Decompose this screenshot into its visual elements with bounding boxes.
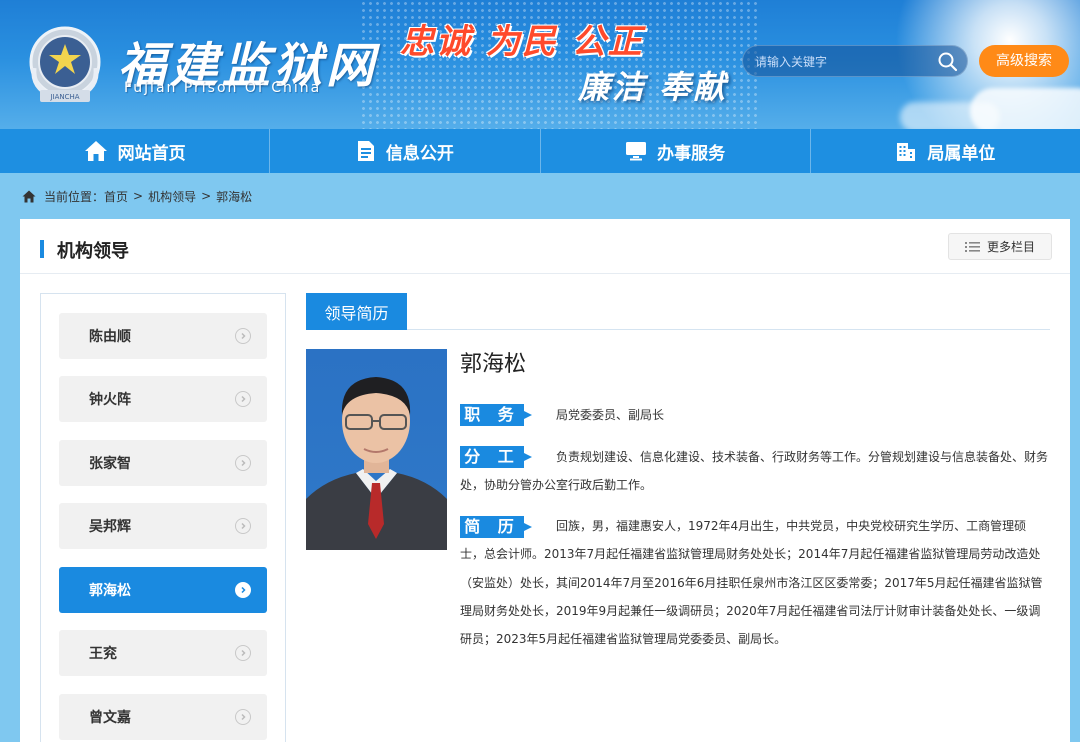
- chevron-right-icon: [235, 709, 251, 725]
- breadcrumb: 当前位置： 首页 > 机构领导 > 郭海松: [22, 186, 252, 206]
- search-input[interactable]: [755, 52, 925, 72]
- nav-item-services[interactable]: 办事服务: [541, 129, 811, 173]
- site-header: JIANCHA 福建监狱网 Fujian Prison Of China 忠诚 …: [0, 0, 1080, 129]
- chevron-right-icon: [235, 518, 251, 534]
- search-icon[interactable]: [937, 51, 959, 73]
- nav-item-label: 网站首页: [117, 143, 186, 164]
- biography-text: 回族，男，福建惠安人，1972年4月出生，中共党员，中央党校研究生学历、工商管理…: [460, 519, 1043, 647]
- breadcrumb-separator: >: [201, 189, 212, 203]
- sidebar-item-label: 陈由顺: [89, 329, 131, 345]
- breadcrumb-leaders-link[interactable]: 机构领导: [148, 188, 196, 205]
- chevron-right-icon: [235, 391, 251, 407]
- nav-item-label: 局属单位: [927, 143, 996, 164]
- home-icon: [84, 141, 107, 161]
- nav-item-label: 信息公开: [385, 143, 454, 164]
- sidebar-item-label: 王兖: [89, 646, 117, 662]
- sidebar-item-label: 吴邦辉: [89, 519, 131, 535]
- document-icon: [357, 141, 374, 161]
- search-box: [742, 45, 968, 77]
- sidebar-item-label: 张家智: [89, 456, 131, 472]
- sidebar-item-leader[interactable]: 王兖: [59, 630, 267, 676]
- sidebar-item-leader[interactable]: 钟火阵: [59, 376, 267, 422]
- breadcrumb-prefix: 当前位置：: [44, 189, 105, 204]
- police-emblem-icon[interactable]: JIANCHA: [24, 22, 106, 106]
- sidebar-item-leader[interactable]: 吴邦辉: [59, 503, 267, 549]
- nav-item-home[interactable]: 网站首页: [0, 129, 271, 173]
- sidebar-item-label: 钟火阵: [89, 392, 131, 408]
- slogan-line-1: 忠诚 为民 公正: [400, 22, 644, 62]
- svg-text:JIANCHA: JIANCHA: [49, 93, 79, 101]
- chevron-right-icon: [235, 328, 251, 344]
- sidebar-item-label: 曾文嘉: [89, 710, 131, 726]
- site-logo-subtitle: Fujian Prison Of China: [124, 80, 322, 96]
- home-icon: [22, 190, 36, 202]
- cloud-decoration: [900, 102, 1000, 129]
- nav-item-affiliated-units[interactable]: 局属单位: [811, 129, 1080, 173]
- chevron-right-icon: [235, 645, 251, 661]
- page-title: 机构领导: [57, 241, 129, 262]
- slogan-line-2: 廉洁 奉献: [578, 68, 728, 106]
- monitor-icon: [626, 142, 647, 161]
- sidebar-item-leader[interactable]: 陈由顺: [59, 313, 267, 359]
- more-columns-label: 更多栏目: [986, 240, 1035, 254]
- breadcrumb-home-link[interactable]: 首页: [104, 188, 128, 205]
- sidebar-item-leader[interactable]: 张家智: [59, 440, 267, 486]
- position-text: 局党委委员、副局长: [556, 408, 665, 422]
- list-icon: [964, 241, 980, 252]
- divider: [20, 273, 1070, 274]
- sidebar-item-leader[interactable]: 曾文嘉: [59, 694, 267, 740]
- breadcrumb-separator: >: [133, 189, 144, 203]
- chevron-right-icon: [235, 455, 251, 471]
- leader-sidebar: 陈由顺 钟火阵 张家智 吴邦辉 郭海松 王兖 曾文嘉: [40, 293, 286, 742]
- leader-name: 郭海松: [460, 352, 527, 377]
- main-panel: 机构领导 更多栏目 陈由顺 钟火阵 张家智 吴邦辉 郭海松 王兖 曾文嘉 领导简…: [20, 219, 1070, 742]
- advanced-search-button[interactable]: 高级搜索: [979, 45, 1069, 77]
- title-accent-bar: [40, 239, 48, 259]
- tab-resume[interactable]: 领导简历: [306, 293, 407, 330]
- duty-text: 负责规划建设、信息化建设、技术装备、行政财务等工作。分管规划建设与信息装备处、财…: [460, 450, 1049, 493]
- main-nav: 网站首页 信息公开 办事服务 局属单位: [0, 129, 1080, 173]
- sidebar-item-leader-active[interactable]: 郭海松: [59, 567, 267, 613]
- building-icon: [897, 143, 916, 161]
- nav-item-label: 办事服务: [657, 143, 726, 164]
- tab-underline: [306, 329, 1050, 330]
- breadcrumb-current: 郭海松: [216, 189, 253, 204]
- leader-photo: [306, 349, 447, 550]
- more-columns-button[interactable]: 更多栏目: [948, 233, 1052, 260]
- chevron-right-icon: [235, 582, 251, 598]
- nav-item-info-disclosure[interactable]: 信息公开: [270, 129, 541, 173]
- sidebar-item-label: 郭海松: [89, 583, 131, 599]
